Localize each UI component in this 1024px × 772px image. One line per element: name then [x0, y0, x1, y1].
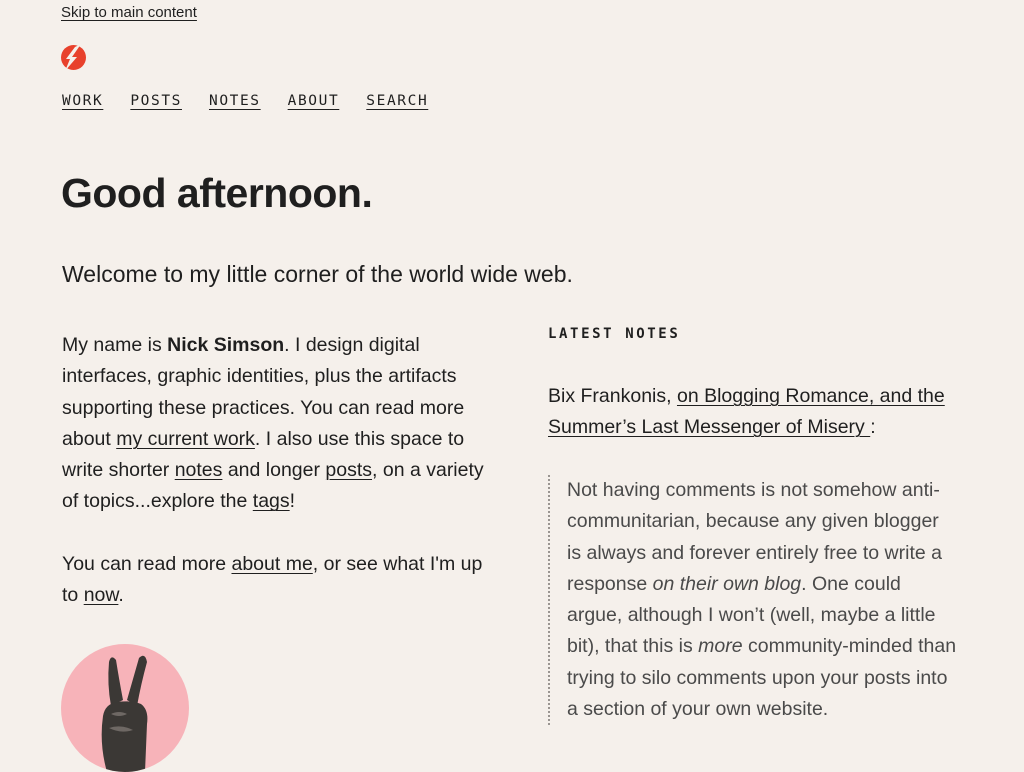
more-text: .	[118, 584, 124, 607]
posts-link[interactable]: posts	[325, 459, 372, 481]
nav-item-search[interactable]: SEARCH	[366, 93, 428, 109]
current-work-link[interactable]: my current work	[116, 428, 255, 450]
welcome-lead: Welcome to my little corner of the world…	[62, 261, 573, 287]
page-title: Good afternoon.	[61, 170, 373, 216]
nav-item-about[interactable]: ABOUT	[288, 93, 340, 109]
more-paragraph: You can read more about me, or see what …	[62, 549, 492, 612]
intro-paragraph: My name is Nick Simson. I design digital…	[62, 330, 492, 518]
skip-to-main-content-link[interactable]: Skip to main content	[61, 4, 197, 21]
now-link[interactable]: now	[84, 584, 119, 606]
avatar	[61, 644, 189, 772]
note-colon: :	[870, 416, 876, 438]
intro-text: !	[289, 490, 296, 513]
author-name: Nick Simson	[167, 334, 285, 356]
latest-notes-section: LATEST NOTES Bix Frankonis, on Blogging …	[548, 326, 958, 726]
quote-emphasis: more	[698, 635, 743, 658]
quote-emphasis: on their own blog	[652, 572, 802, 595]
intro-text: and longer	[222, 459, 326, 482]
nav-item-work[interactable]: WORK	[62, 93, 103, 109]
latest-notes-heading: LATEST NOTES	[548, 326, 681, 342]
intro-column: My name is Nick Simson. I design digital…	[62, 330, 492, 642]
peace-sign-hand-icon	[101, 655, 148, 772]
note-author: Bix Frankonis,	[548, 385, 677, 407]
main-nav: WORK POSTS NOTES ABOUT SEARCH	[62, 93, 455, 109]
more-text: You can read more	[62, 552, 232, 575]
about-me-link[interactable]: about me	[231, 553, 312, 575]
lightning-bolt-logo-icon[interactable]	[60, 42, 87, 73]
tags-link[interactable]: tags	[253, 490, 290, 512]
nav-item-notes[interactable]: NOTES	[209, 93, 261, 109]
notes-link[interactable]: notes	[175, 459, 223, 481]
note-intro: Bix Frankonis, on Blogging Romance, and …	[548, 381, 958, 443]
intro-text: My name is	[62, 334, 168, 356]
note-quote: Not having comments is not somehow anti-…	[548, 475, 958, 726]
nav-item-posts[interactable]: POSTS	[130, 93, 182, 109]
